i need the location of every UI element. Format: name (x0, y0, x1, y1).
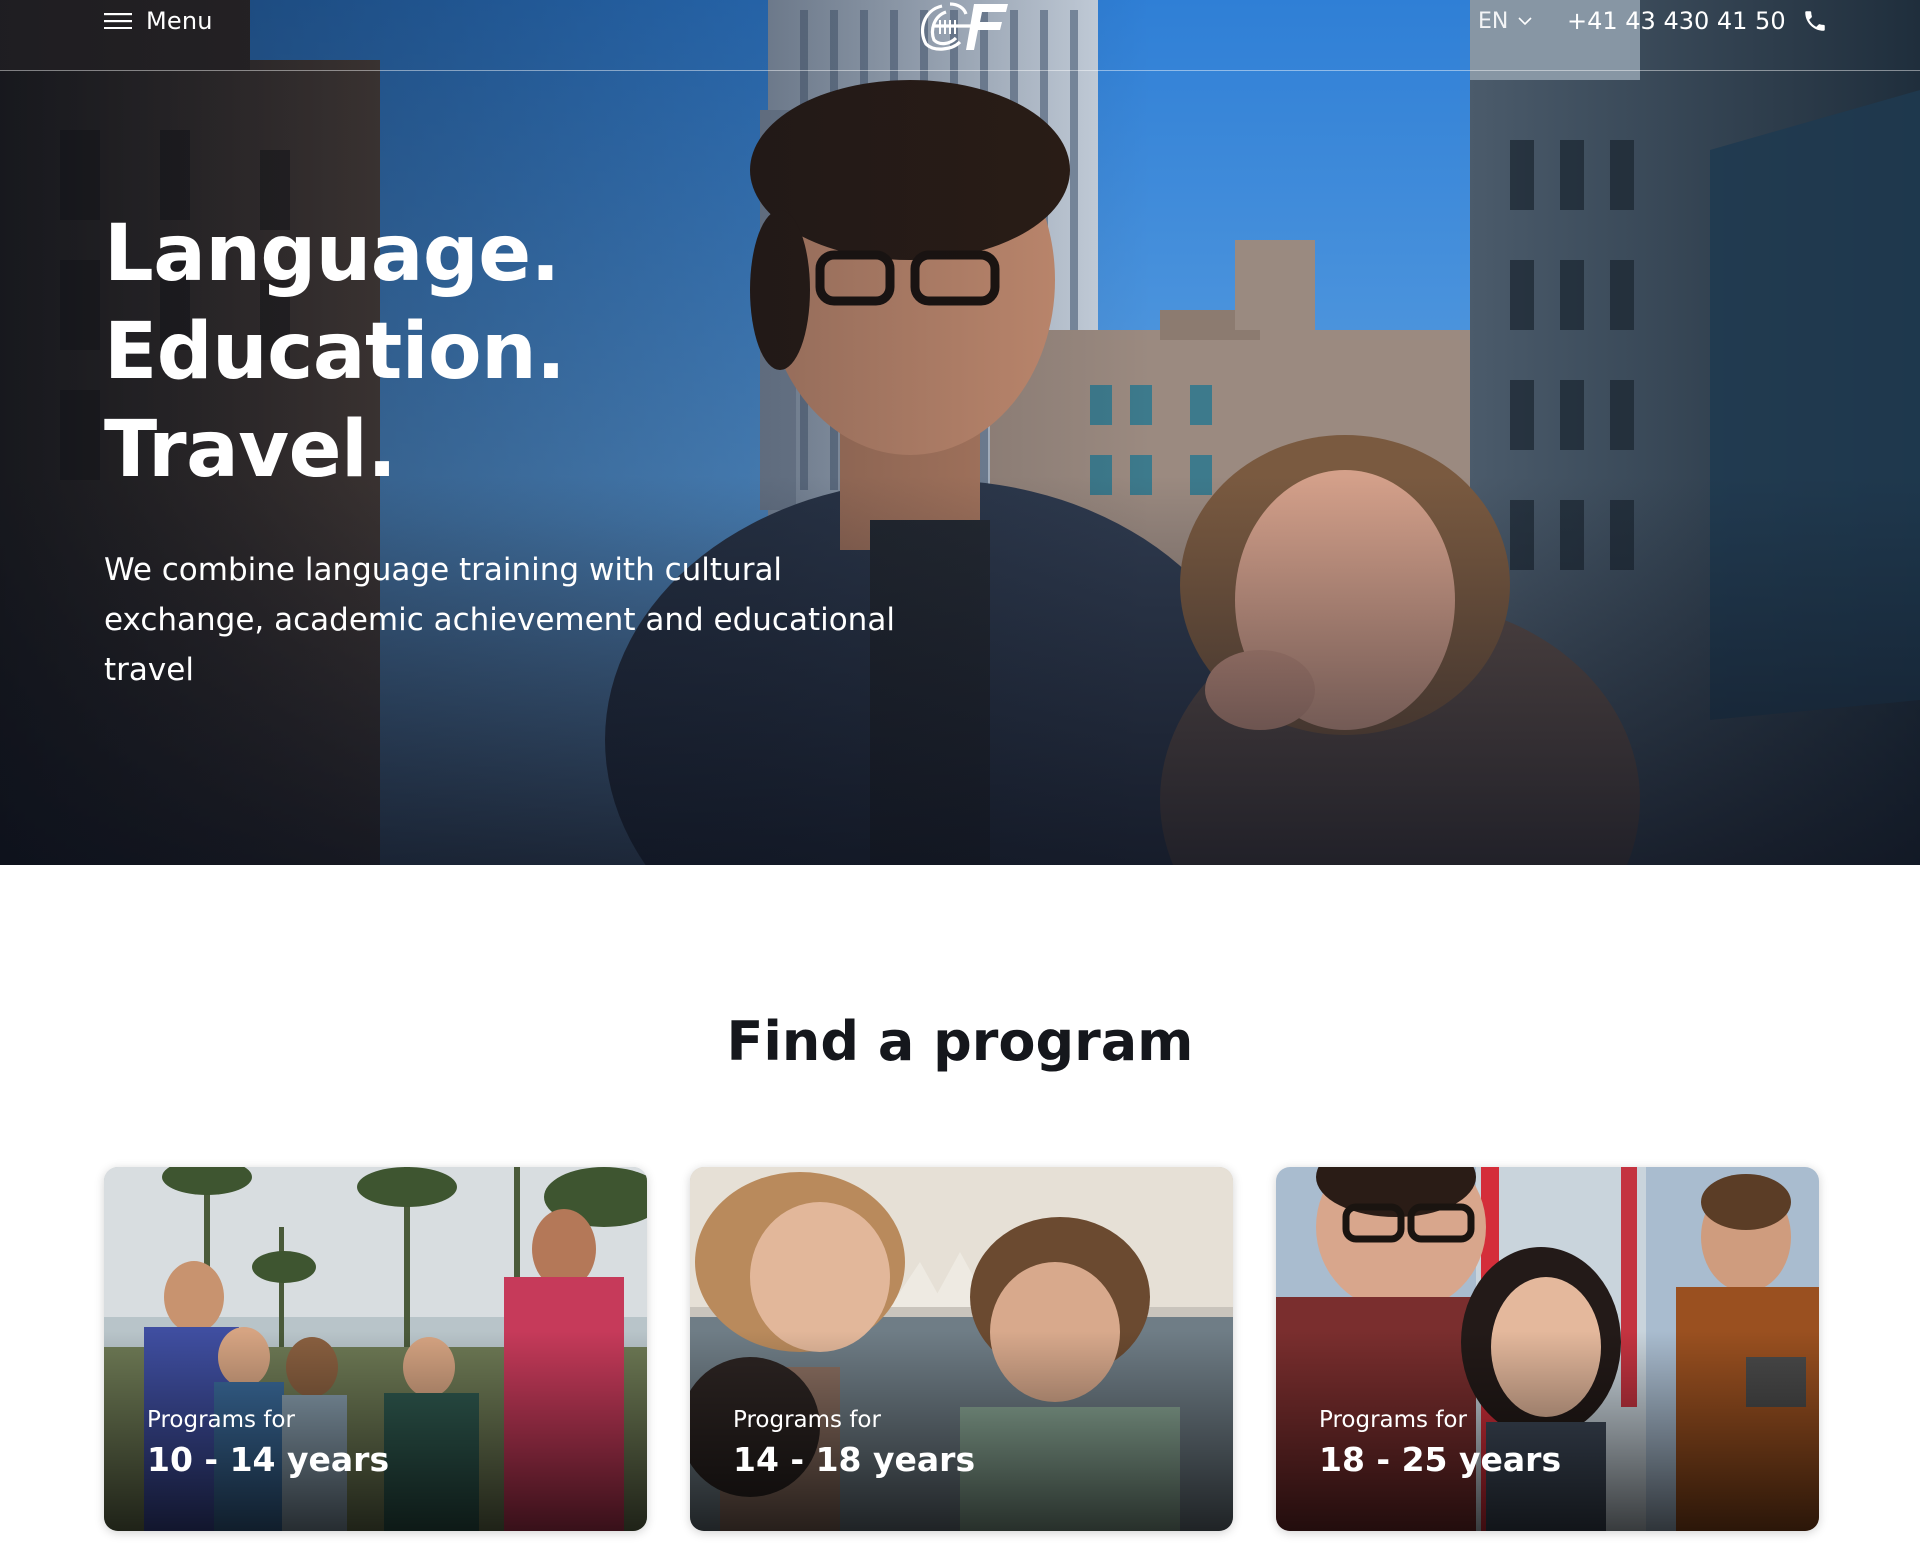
card-kicker: Programs for (1319, 1407, 1467, 1433)
phone-number: +41 43 430 41 50 (1567, 7, 1786, 35)
hero-title-line-3: Travel. (104, 405, 397, 495)
card-kicker: Programs for (147, 1407, 295, 1433)
chevron-down-icon (1518, 17, 1532, 26)
card-title: 14 - 18 years (733, 1440, 976, 1479)
program-card-18-25[interactable]: Programs for 18 - 25 years (1276, 1167, 1819, 1531)
hero-title: Language. Education. Travel. (104, 205, 566, 499)
phone-link[interactable]: +41 43 430 41 50 (1567, 4, 1828, 38)
language-label: EN (1478, 8, 1509, 34)
card-title: 18 - 25 years (1319, 1440, 1562, 1479)
hero-section: Menu EN +41 43 430 41 50 Language. Educa… (0, 0, 1920, 865)
top-nav: Menu EN +41 43 430 41 50 (0, 0, 1920, 71)
menu-button[interactable]: Menu (104, 4, 213, 38)
program-card-10-14[interactable]: Programs for 10 - 14 years (104, 1167, 647, 1531)
program-cards: Programs for 10 - 14 years Programs for … (104, 1167, 1820, 1531)
hero-title-line-1: Language. (104, 209, 560, 299)
language-selector[interactable]: EN (1478, 4, 1532, 38)
ef-logo[interactable] (912, 0, 1010, 52)
card-kicker: Programs for (733, 1407, 881, 1433)
find-program-heading: Find a program (726, 1010, 1194, 1073)
card-title: 10 - 14 years (147, 1440, 390, 1479)
hamburger-icon (104, 13, 132, 29)
hero-subtitle: We combine language training with cultur… (104, 552, 895, 688)
menu-label: Menu (146, 7, 213, 35)
program-card-14-18[interactable]: Programs for 14 - 18 years (690, 1167, 1233, 1531)
phone-icon (1804, 11, 1825, 31)
hero-title-line-2: Education. (104, 307, 566, 397)
